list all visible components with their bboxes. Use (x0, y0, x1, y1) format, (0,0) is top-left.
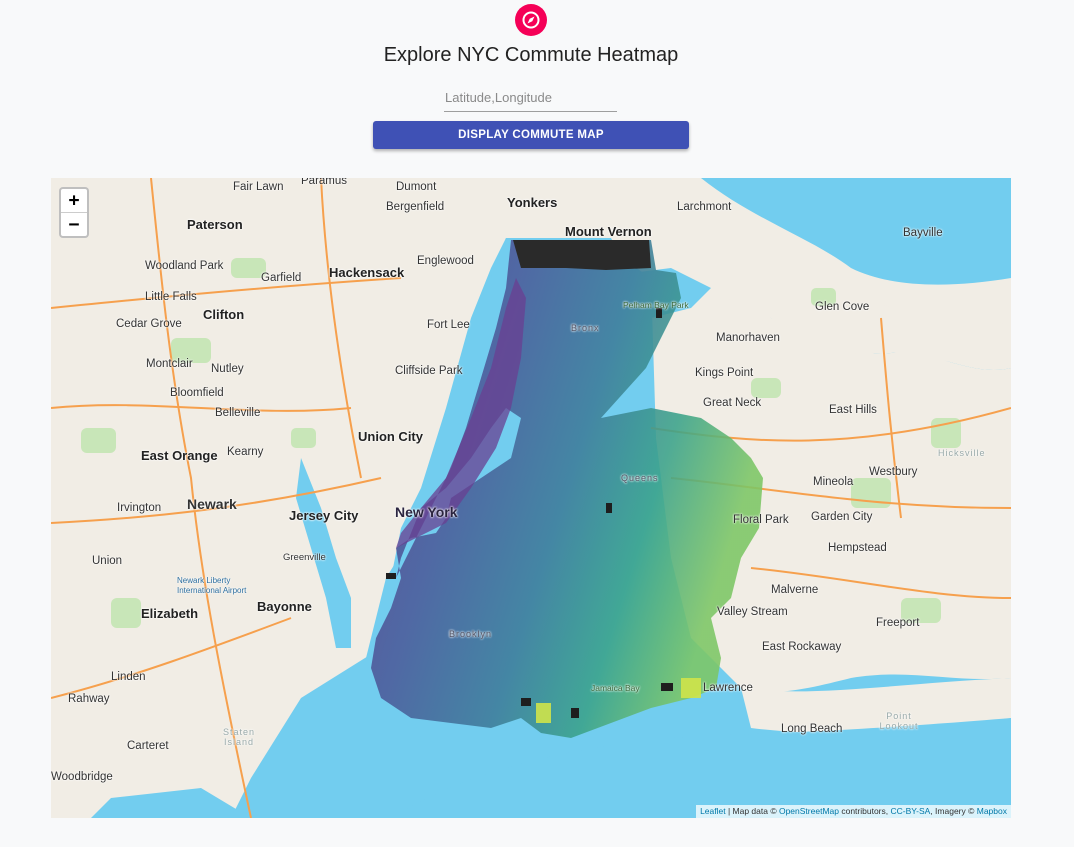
place-label: Hicksville (938, 448, 986, 458)
place-label: Montclair (146, 358, 193, 370)
place-label: Great Neck (703, 397, 762, 409)
zoom-control: + − (59, 187, 89, 238)
zoom-out-button[interactable]: − (61, 213, 87, 236)
place-label: Valley Stream (717, 606, 788, 618)
place-label: Woodbridge (51, 771, 113, 783)
place-label: Greenville (283, 552, 326, 563)
place-label: Larchmont (677, 201, 732, 213)
place-label: Rahway (68, 693, 110, 705)
place-label: Bronx (571, 323, 600, 333)
openstreetmap-link[interactable]: OpenStreetMap (779, 806, 839, 816)
place-label: Irvington (117, 502, 162, 514)
place-label: Bloomfield (170, 387, 224, 399)
place-label: Lawrence (703, 682, 753, 694)
place-label: New York (395, 504, 458, 520)
place-label: Union (92, 555, 123, 567)
place-label: Yonkers (507, 195, 558, 210)
coordinates-input[interactable] (444, 83, 617, 112)
place-label: Clifton (203, 307, 245, 322)
place-label: Cedar Grove (116, 318, 182, 330)
place-label: Carteret (127, 740, 169, 752)
map-attribution: Leaflet | Map data © OpenStreetMap contr… (696, 805, 1011, 818)
attribution-text: | Map data © (725, 806, 779, 816)
place-label: Kings Point (695, 367, 754, 379)
place-label: Bayonne (257, 599, 312, 614)
place-label: Little Falls (145, 291, 197, 303)
place-label: Brooklyn (449, 629, 493, 639)
place-label: Manorhaven (716, 332, 780, 344)
place-label: Garfield (261, 272, 302, 284)
place-label: Queens (621, 473, 659, 483)
place-label: East Rockaway (762, 641, 842, 653)
place-label: Bayville (903, 227, 943, 239)
place-label: Paterson (187, 217, 243, 232)
place-label: Belleville (215, 407, 261, 419)
display-commute-map-button[interactable]: DISPLAY COMMUTE MAP (373, 121, 689, 149)
place-label: Kearny (227, 446, 264, 458)
place-label: Newark (187, 496, 237, 512)
place-label: Woodland Park (145, 260, 224, 272)
place-label: Fair Lawn (233, 181, 284, 193)
page-title: Explore NYC Commute Heatmap (383, 44, 679, 66)
place-label: Paramus (301, 178, 348, 187)
mapbox-link[interactable]: Mapbox (977, 806, 1007, 816)
place-label: Long Beach (781, 723, 843, 735)
place-label: Jersey City (289, 508, 359, 523)
place-label: Hackensack (329, 265, 405, 280)
leaflet-link[interactable]: Leaflet (700, 806, 726, 816)
place-label: Newark Liberty International Airport (177, 576, 247, 595)
place-label: Englewood (417, 255, 474, 267)
license-link[interactable]: CC-BY-SA (890, 806, 930, 816)
place-label: Union City (358, 429, 423, 444)
place-label: Pelham Bay Park (623, 300, 689, 310)
place-label: Mount Vernon (565, 224, 652, 239)
place-label: Elizabeth (141, 606, 199, 621)
zoom-in-button[interactable]: + (61, 189, 87, 213)
place-label: Fort Lee (427, 319, 470, 331)
place-label: Dumont (396, 181, 437, 193)
attribution-text: , Imagery © (930, 806, 977, 816)
place-label: East Orange (141, 448, 218, 463)
place-label: Staten Island (222, 727, 256, 747)
place-label: Floral Park (733, 514, 789, 526)
place-label: Freeport (876, 617, 920, 629)
attribution-text: contributors, (838, 806, 891, 816)
place-label: Bergenfield (386, 201, 445, 213)
place-label: East Hills (829, 404, 877, 416)
compass-icon (515, 4, 547, 36)
place-label: Hempstead (828, 542, 887, 554)
place-label: Westbury (869, 466, 918, 478)
place-label: Nutley (211, 363, 244, 375)
place-label: Garden City (811, 511, 873, 523)
place-label: Cliffside Park (395, 365, 463, 377)
place-label: Malverne (771, 584, 819, 596)
place-label: Glen Cove (815, 301, 870, 313)
place-label: Mineola (813, 476, 854, 488)
place-label: Point Lookout (879, 711, 919, 731)
commute-heatmap-map[interactable]: Fair Lawn Paramus Dumont Yonkers Larchmo… (51, 178, 1011, 818)
place-label: Jamaica Bay (591, 683, 640, 693)
place-label: Linden (111, 671, 146, 683)
